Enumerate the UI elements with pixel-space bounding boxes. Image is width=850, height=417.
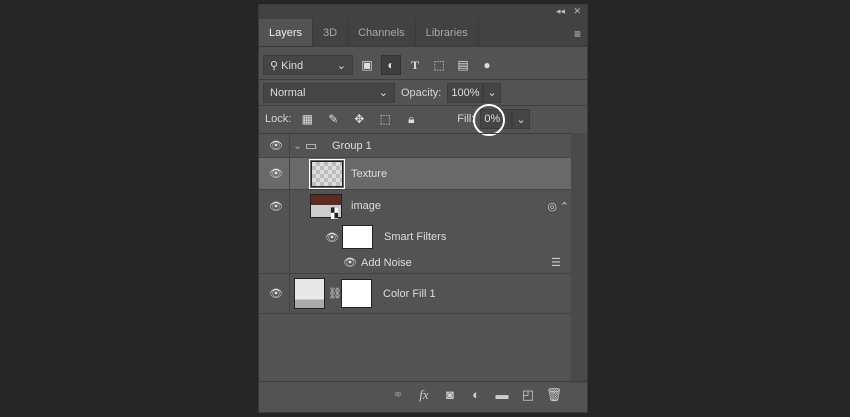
tab-3d[interactable]: 3D <box>313 19 349 46</box>
blend-mode-value: Normal <box>270 86 306 99</box>
layer-name: Group 1 <box>332 139 372 152</box>
layer-name: Add Noise <box>361 256 412 269</box>
tab-channels[interactable]: Channels <box>348 19 416 46</box>
collapse-icon[interactable]: ◂◂ <box>556 6 565 17</box>
eye-icon[interactable]: 👁︎ <box>267 139 285 152</box>
new-group-icon[interactable]: ▬ <box>493 387 511 402</box>
tab-libraries[interactable]: Libraries <box>416 19 479 46</box>
lock-transparent-icon[interactable]: ▦ <box>297 109 317 129</box>
filter-mask-thumbnail <box>342 225 373 249</box>
shape-filter-icon[interactable]: ⬚ <box>429 55 449 75</box>
highlight-circle <box>473 104 506 136</box>
new-adjustment-icon[interactable]: ◐ <box>467 387 485 402</box>
bottom-toolbar: ⚭ fx ◙ ◐ ▬ ◰ 🗑︎ <box>259 381 587 407</box>
clipping-icon[interactable]: ◎ <box>547 200 557 213</box>
chevron-down-icon: ⌄ <box>336 59 346 72</box>
trash-icon[interactable]: 🗑︎ <box>545 387 563 403</box>
lock-position-icon[interactable]: ✥ <box>349 109 369 129</box>
fill-thumbnail <box>294 278 325 309</box>
adjustment-filter-icon[interactable]: ◐ <box>381 55 401 75</box>
new-layer-icon[interactable]: ◰ <box>519 387 537 403</box>
panel-menu-icon[interactable]: ≡ <box>574 27 581 41</box>
folder-icon: ▭ <box>305 137 318 153</box>
link-icon[interactable]: ⛓︎ <box>328 287 342 300</box>
filter-toggle-icon[interactable]: ● <box>477 55 497 75</box>
layer-row-image[interactable]: 👁︎ ▚ image ◎ ⌃ <box>259 190 571 222</box>
eye-icon[interactable]: 👁︎ <box>341 256 359 269</box>
add-mask-icon[interactable]: ◙ <box>441 387 459 402</box>
layer-row-color-fill[interactable]: 👁︎ ⛓︎ Color Fill 1 <box>259 274 571 314</box>
panel-titlebar: ◂◂ ✕ <box>259 5 587 19</box>
fill-input[interactable]: 0% <box>473 104 513 136</box>
link-layers-icon[interactable]: ⚭ <box>389 387 407 403</box>
layer-name: image <box>351 200 381 212</box>
lock-paint-icon[interactable]: ✎ <box>323 109 343 129</box>
layer-row-texture[interactable]: 👁︎ Texture <box>259 158 571 190</box>
search-icon: ⚲ <box>270 59 279 72</box>
layer-name: Texture <box>351 167 388 180</box>
scrollbar[interactable] <box>571 133 587 383</box>
type-filter-icon[interactable]: T <box>405 55 425 75</box>
layer-thumbnail <box>309 159 345 189</box>
layer-name: Smart Filters <box>384 231 447 243</box>
smart-object-badge-icon: ▚ <box>331 208 338 219</box>
eye-icon[interactable]: 👁︎ <box>323 231 341 244</box>
opacity-dropdown[interactable]: ⌄ <box>483 82 502 103</box>
filter-kind-label: Kind <box>281 59 304 72</box>
layers-panel: ◂◂ ✕ Layers 3D Channels Libraries ≡ ⚲ Ki… <box>258 4 588 413</box>
layer-row-smart-filters[interactable]: 👁︎ Smart Filters <box>259 222 571 252</box>
filter-kind-select[interactable]: ⚲ Kind ⌄ <box>263 55 353 75</box>
close-icon[interactable]: ✕ <box>573 6 581 17</box>
eye-icon[interactable]: 👁︎ <box>267 200 285 213</box>
fill-dropdown[interactable]: ⌄ <box>512 109 531 129</box>
layer-row-group[interactable]: 👁︎ ⌄ ▭ Group 1 <box>259 134 571 158</box>
layer-mask-thumbnail <box>341 279 372 308</box>
lock-label: Lock: <box>265 113 292 125</box>
opacity-label: Opacity: <box>401 86 442 99</box>
collapse-effects-icon[interactable]: ⌃ <box>560 200 569 213</box>
fill-label: Fill: <box>457 113 475 125</box>
layers-list: 👁︎ ⌄ ▭ Group 1 👁︎ Texture 👁︎ ▚ image ◎ ⌃… <box>259 133 571 383</box>
layer-name: Color Fill 1 <box>383 287 436 300</box>
tab-layers[interactable]: Layers <box>259 19 314 46</box>
pixel-filter-icon[interactable]: ▣ <box>357 55 377 75</box>
eye-icon[interactable]: 👁︎ <box>267 287 285 300</box>
lock-all-icon[interactable]: 🔒︎ <box>401 109 421 129</box>
panel-tabs: Layers 3D Channels Libraries ≡ <box>259 19 587 47</box>
lock-artboard-icon[interactable]: ⬚ <box>375 109 395 129</box>
fx-icon[interactable]: fx <box>415 387 433 403</box>
eye-icon[interactable]: 👁︎ <box>267 167 285 180</box>
smart-object-filter-icon[interactable]: ▤ <box>453 55 473 75</box>
filter-blending-options-icon[interactable]: ☰ <box>551 256 561 269</box>
opacity-input[interactable]: 100% <box>447 82 484 103</box>
layer-row-add-noise[interactable]: 👁︎ Add Noise ☰ <box>259 252 571 274</box>
chevron-down-icon[interactable]: ⌄ <box>293 139 302 152</box>
blend-mode-select[interactable]: Normal ⌄ <box>263 82 395 103</box>
chevron-down-icon: ⌄ <box>378 87 388 99</box>
